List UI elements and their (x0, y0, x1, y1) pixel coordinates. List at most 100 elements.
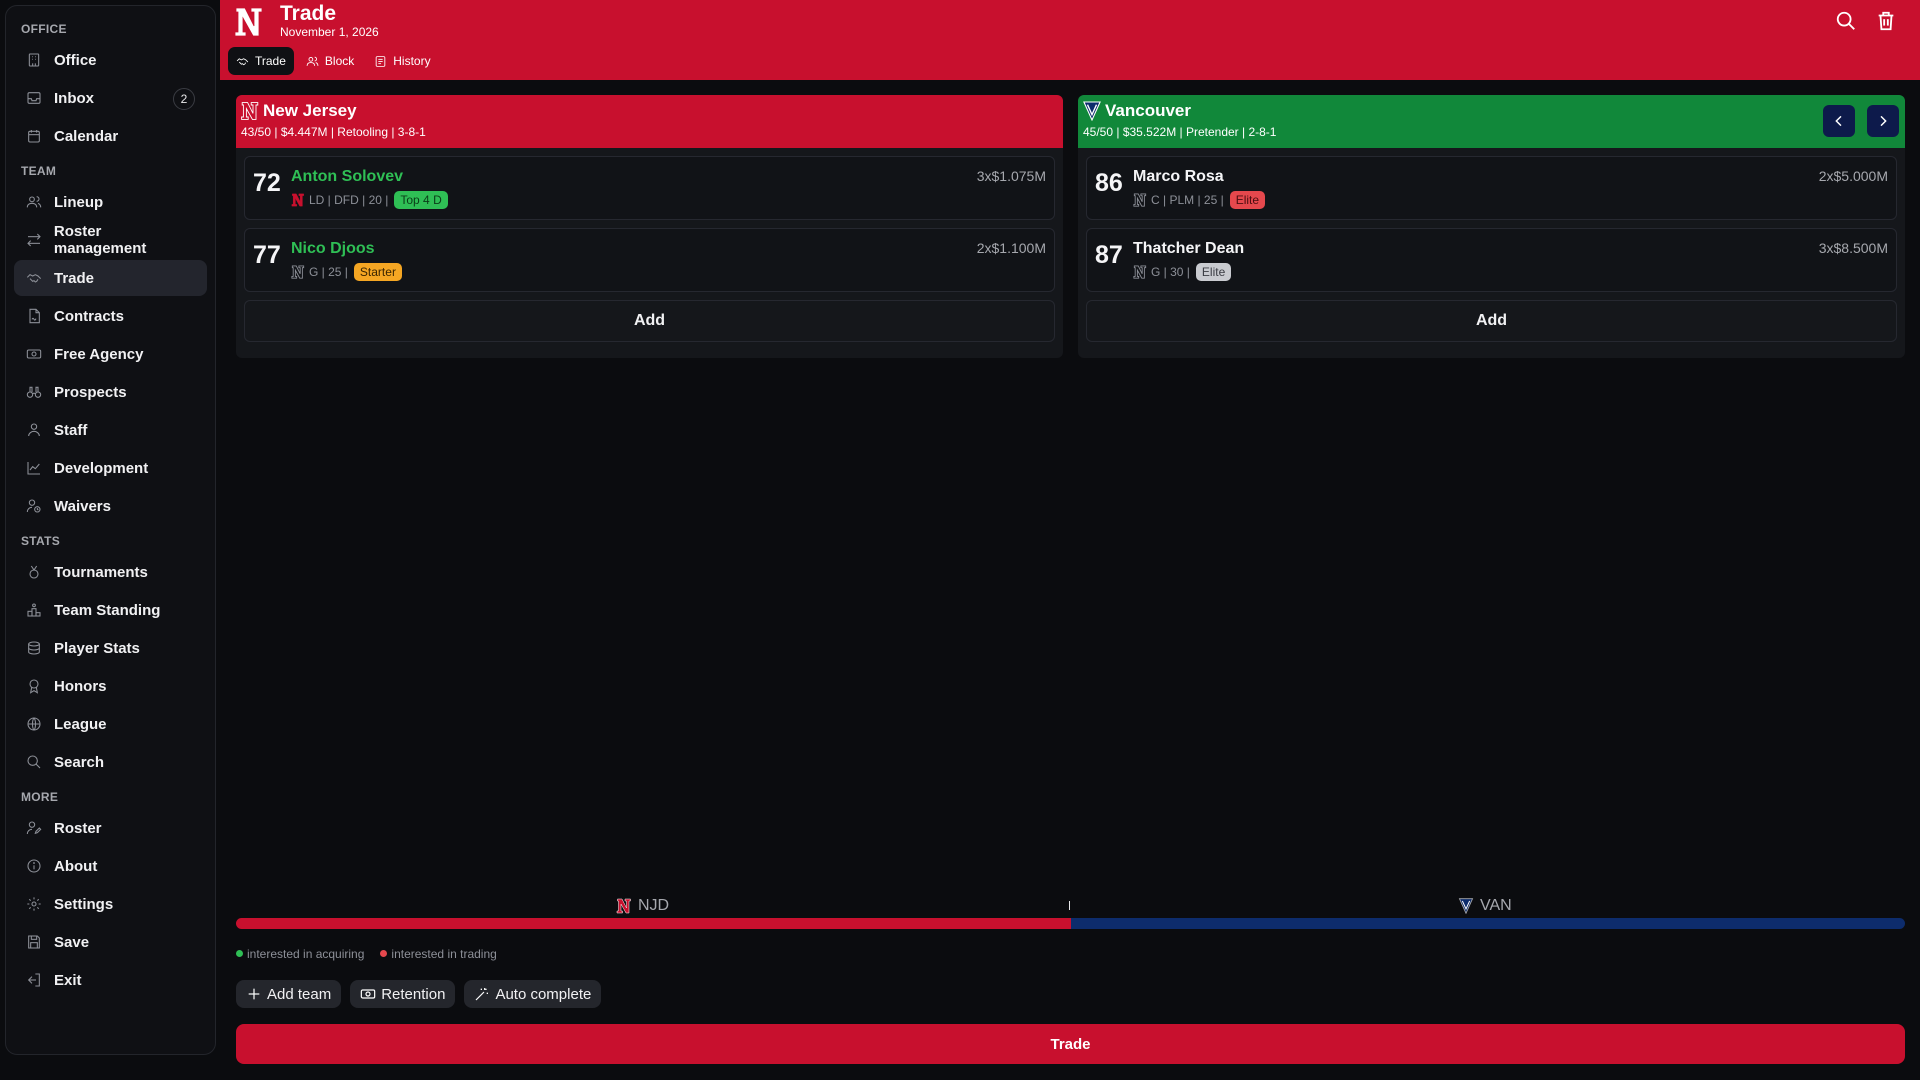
sidebar-item-label: About (54, 857, 98, 875)
tab-block[interactable]: Block (298, 47, 362, 75)
trade-balance-bar (236, 918, 1905, 929)
sidebar-item-inbox[interactable]: Inbox 2 (14, 80, 207, 116)
player-name[interactable]: Thatcher Dean (1133, 240, 1244, 258)
player-info: LD | DFD | 20 | Top 4 D (291, 191, 448, 209)
player-details: C | PLM | 25 | (1151, 193, 1224, 207)
save-icon (28, 935, 40, 949)
interest-legend: interested in acquiring interested in tr… (236, 947, 497, 961)
users-icon (26, 196, 42, 208)
button-label: Auto complete (495, 985, 592, 1003)
sidebar-item-trade[interactable]: Trade (14, 260, 207, 296)
balance-label-right: VAN (1458, 897, 1512, 915)
sidebar-item-label: Roster (54, 819, 102, 837)
sidebar-item-prospects[interactable]: Prospects (14, 374, 207, 410)
button-label: Retention (381, 985, 446, 1003)
sidebar-item-development[interactable]: Development (14, 450, 207, 486)
chevron-left-icon (1835, 115, 1842, 127)
new-jersey-logo-icon (241, 102, 259, 120)
sidebar-item-roster[interactable]: Roster (14, 810, 207, 846)
podium-icon (27, 603, 41, 617)
sidebar-item-lineup[interactable]: Lineup (14, 184, 207, 220)
player-contract: 3x$8.500M (1818, 240, 1888, 256)
button-label: Add team (267, 985, 332, 1003)
search-button[interactable] (1835, 10, 1859, 34)
tab-label: Block (324, 54, 355, 68)
vancouver-logo-icon (1458, 898, 1474, 914)
sidebar-item-player-stats[interactable]: Player Stats (14, 630, 207, 666)
sidebar-item-label: Team Standing (54, 601, 161, 619)
player-card[interactable]: 77 Nico Djoos G | 25 | Starter 2x$1.100M (244, 228, 1055, 292)
building-icon (28, 53, 40, 67)
sidebar-item-save[interactable]: Save (14, 924, 207, 960)
sidebar-item-label: Lineup (54, 193, 104, 211)
sidebar-item-label: Save (54, 933, 90, 951)
sidebar-item-label: Settings (54, 895, 114, 913)
player-role-tag: Elite (1229, 191, 1266, 209)
sidebar-section-title: MORE (21, 790, 59, 804)
player-card[interactable]: 87 Thatcher Dean G | 30 | Elite 3x$8.500M (1086, 228, 1897, 292)
delete-button[interactable] (1875, 10, 1899, 34)
player-card[interactable]: 86 Marco Rosa C | PLM | 25 | Elite 2x$5.000M (1086, 156, 1897, 220)
sidebar-section-title: OFFICE (21, 22, 67, 36)
sidebar-item-tournaments[interactable]: Tournaments (14, 554, 207, 590)
person-icon (28, 423, 40, 437)
position-icon (291, 265, 305, 279)
tab-history[interactable]: History (366, 47, 438, 75)
plus-icon (248, 988, 260, 1000)
player-list: 86 Marco Rosa C | PLM | 25 | Elite 2x$5.000M… (1078, 156, 1905, 292)
auto-complete-button[interactable]: Auto complete (464, 980, 602, 1008)
position-icon (1133, 193, 1147, 207)
sidebar-item-honors[interactable]: Honors (14, 668, 207, 704)
sidebar-item-contracts[interactable]: Contracts (14, 298, 207, 334)
sidebar-item-calendar[interactable]: Calendar (14, 118, 207, 154)
player-card[interactable]: 72 Anton Solovev LD | DFD | 20 | Top 4 D 3x$… (244, 156, 1055, 220)
player-info: G | 30 | Elite (1133, 263, 1232, 281)
player-name[interactable]: Marco Rosa (1133, 168, 1224, 186)
sidebar-item-waivers[interactable]: Waivers (14, 488, 207, 524)
team-name: Vancouver (1105, 101, 1191, 120)
left-team-abbr: NJD (638, 897, 670, 914)
player-role-tag: Top 4 D (394, 191, 448, 209)
sidebar-item-office[interactable]: Office (14, 42, 207, 78)
award-icon (29, 679, 39, 694)
database-icon (28, 641, 40, 655)
sidebar-section-title: TEAM (21, 164, 57, 178)
wand-icon (476, 988, 489, 1001)
next-team-button[interactable] (1867, 105, 1899, 137)
team-logo-icon (291, 193, 304, 207)
team-panel-new-jersey: New Jersey 43/50 | $4.447M | Retooling |… (236, 95, 1063, 358)
trade-button[interactable]: Trade (236, 1024, 1905, 1064)
sidebar-item-staff[interactable]: Staff (14, 412, 207, 448)
sidebar-item-about[interactable]: About (14, 848, 207, 884)
sidebar-item-exit[interactable]: Exit (14, 962, 207, 998)
add-player-button[interactable]: Add (1086, 300, 1897, 342)
player-name[interactable]: Anton Solovev (291, 168, 403, 186)
search-icon (27, 755, 41, 769)
add-team-button[interactable]: Add team (236, 980, 342, 1008)
chevron-right-icon (1880, 115, 1887, 127)
sidebar-item-free-agency[interactable]: Free Agency (14, 336, 207, 372)
sidebar-item-label: Development (54, 459, 149, 477)
previous-team-button[interactable] (1823, 105, 1855, 137)
sidebar-item-roster-management[interactable]: Roster management (14, 222, 207, 258)
sidebar-item-team-standing[interactable]: Team Standing (14, 592, 207, 628)
balance-center-marker (1069, 901, 1070, 910)
balance-label-left: NJD (616, 897, 669, 915)
team-panel-vancouver: Vancouver 45/50 | $35.522M | Pretender |… (1078, 95, 1905, 358)
retention-button[interactable]: Retention (350, 980, 456, 1008)
player-contract: 2x$5.000M (1818, 168, 1888, 184)
sidebar-item-league[interactable]: League (14, 706, 207, 742)
sidebar-item-label: Contracts (54, 307, 125, 325)
sidebar-item-search[interactable]: Search (14, 744, 207, 780)
sidebar-item-label: Prospects (54, 383, 127, 401)
team-meta: 43/50 | $4.447M | Retooling | 3-8-1 (241, 125, 426, 139)
balance-left-fill (236, 918, 1071, 929)
add-player-button[interactable]: Add (244, 300, 1055, 342)
page-header: Trade November 1, 2026 Trade Block History (220, 0, 1920, 80)
sidebar-item-settings[interactable]: Settings (14, 886, 207, 922)
player-name[interactable]: Nico Djoos (291, 240, 375, 258)
sidebar-item-label: Inbox (54, 89, 94, 107)
tab-trade[interactable]: Trade (228, 47, 294, 75)
sidebar-item-label: Calendar (54, 127, 119, 145)
inbox-icon (27, 92, 41, 104)
